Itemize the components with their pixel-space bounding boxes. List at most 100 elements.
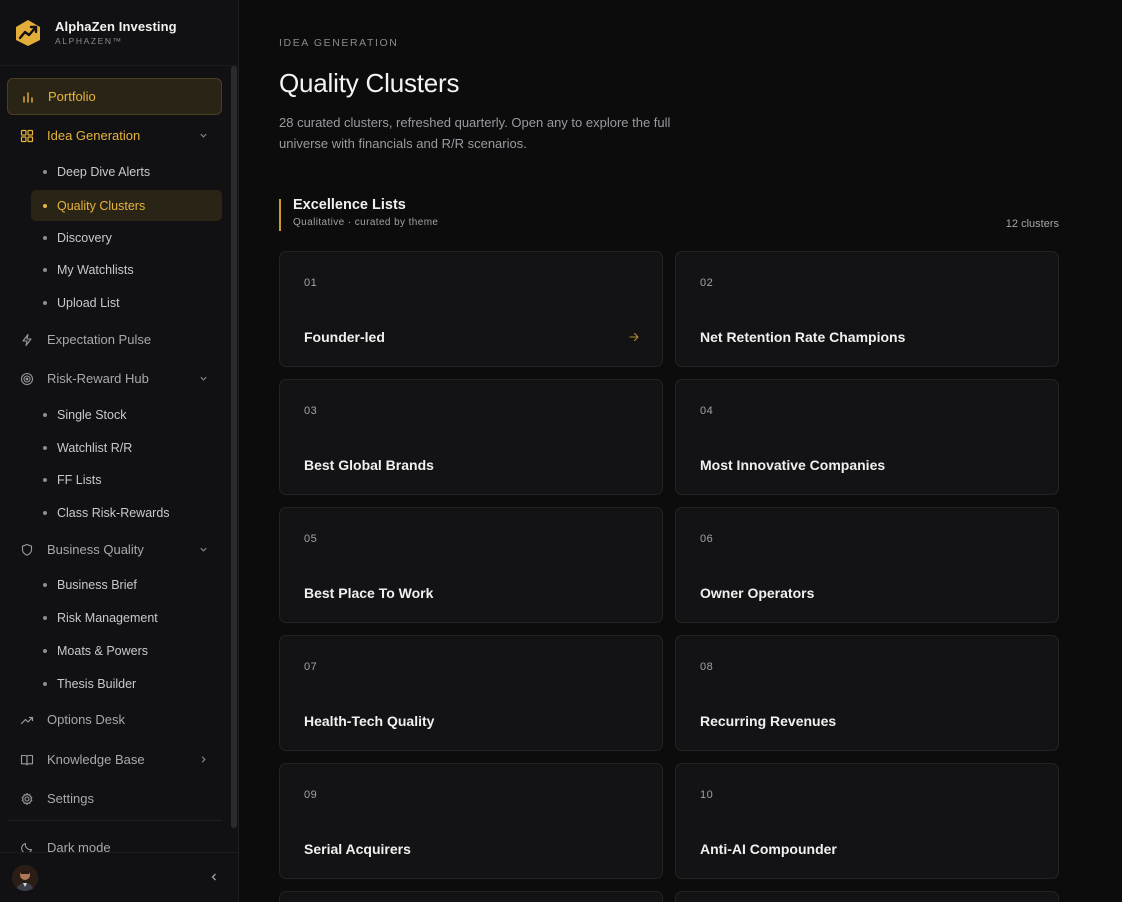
sidebar-item-class-risk-rewards[interactable]: Class Risk-Rewards — [31, 497, 222, 528]
card-number: 08 — [700, 661, 714, 673]
sidebar-item-options-desk[interactable]: Options Desk — [7, 701, 222, 738]
chevron-down-icon — [198, 374, 208, 384]
sidebar-item-label: Knowledge Base — [47, 752, 145, 767]
chevron-down-icon — [198, 545, 208, 555]
sidebar-item-watchlist-rr[interactable]: Watchlist R/R — [31, 432, 222, 463]
sidebar-item-label: Upload List — [57, 295, 120, 310]
brand-logo-icon — [16, 19, 40, 46]
card-title: Recurring Revenues — [700, 713, 837, 729]
section-header: Excellence Lists Qualitative · curated b… — [279, 197, 1059, 231]
page-eyebrow: IDEA GENERATION — [279, 37, 399, 49]
card-number: 07 — [304, 661, 318, 673]
sidebar-item-quality-clusters[interactable]: Quality Clusters — [31, 190, 222, 221]
bullet-dot — [43, 615, 47, 620]
sidebar-item-label: Idea Generation — [47, 128, 141, 143]
sidebar-item-settings[interactable]: Settings — [7, 780, 222, 817]
brand-title: AlphaZen Investing — [55, 19, 177, 34]
gear-icon — [19, 791, 35, 807]
sidebar-item-label: Options Desk — [47, 712, 126, 727]
sidebar-item-business-quality[interactable]: Business Quality — [7, 531, 222, 568]
card-number: 04 — [700, 405, 714, 417]
cluster-card[interactable]: 03 Best Global Brands — [279, 379, 663, 495]
sidebar-item-moats-powers[interactable]: Moats & Powers — [31, 635, 222, 666]
sidebar-item-portfolio[interactable]: Portfolio — [7, 78, 222, 115]
cluster-card[interactable]: 07 Health-Tech Quality — [279, 635, 663, 751]
card-number: 03 — [304, 405, 318, 417]
bullet-dot — [43, 300, 47, 305]
cluster-card[interactable]: 05 Best Place To Work — [279, 507, 663, 623]
card-title: Serial Acquirers — [304, 841, 411, 857]
sidebar-item-label: Settings — [47, 791, 94, 806]
sidebar-item-label: Portfolio — [48, 89, 96, 104]
sidebar-item-business-brief[interactable]: Business Brief — [31, 569, 222, 600]
cluster-card[interactable] — [675, 891, 1059, 902]
bullet-dot — [43, 169, 47, 174]
cluster-card[interactable]: 08 Recurring Revenues — [675, 635, 1059, 751]
sidebar-item-ff-lists[interactable]: FF Lists — [31, 464, 222, 495]
bullet-dot — [43, 445, 47, 450]
bullet-dot — [43, 582, 47, 587]
bullet-dot — [43, 648, 47, 653]
cluster-card[interactable]: 02 Net Retention Rate Champions — [675, 251, 1059, 367]
card-title: Best Place To Work — [304, 585, 434, 601]
sidebar: AlphaZen Investing ALPHAZEN™ Portfolio I… — [0, 0, 239, 902]
sidebar-item-thesis-builder[interactable]: Thesis Builder — [31, 668, 222, 699]
sidebar-item-risk-management[interactable]: Risk Management — [31, 602, 222, 633]
main-content: IDEA GENERATION Quality Clusters 28 cura… — [239, 0, 1122, 902]
sidebar-footer — [0, 852, 238, 902]
bullet-dot — [43, 412, 47, 417]
brand-header[interactable]: AlphaZen Investing ALPHAZEN™ — [0, 0, 238, 66]
chevron-left-icon — [211, 873, 216, 881]
card-number: 10 — [700, 789, 714, 801]
card-title: Most Innovative Companies — [700, 457, 886, 473]
section-subtitle: Qualitative · curated by theme — [293, 217, 439, 228]
shield-icon — [19, 542, 35, 558]
cluster-card[interactable] — [279, 891, 663, 902]
sidebar-item-discovery[interactable]: Discovery — [31, 222, 222, 253]
bullet-dot — [43, 235, 47, 240]
chevron-right-icon — [198, 755, 208, 765]
section-count: 12 clusters — [1005, 218, 1059, 230]
cluster-card[interactable]: 06 Owner Operators — [675, 507, 1059, 623]
card-title: Owner Operators — [700, 585, 815, 601]
sidebar-item-deep-dive-alerts[interactable]: Deep Dive Alerts — [31, 156, 222, 187]
bullet-dot — [43, 510, 47, 515]
sidebar-item-expectation-pulse[interactable]: Expectation Pulse — [7, 321, 222, 358]
sidebar-item-label: FF Lists — [57, 472, 102, 487]
bullet-dot — [43, 477, 47, 482]
sidebar-item-label: Quality Clusters — [57, 198, 146, 213]
app-window: AlphaZen Investing ALPHAZEN™ Portfolio I… — [0, 0, 1122, 902]
sidebar-item-label: Thesis Builder — [57, 676, 137, 691]
sidebar-item-label: Class Risk-Rewards — [57, 505, 170, 520]
sidebar-item-label: Deep Dive Alerts — [57, 164, 151, 179]
sidebar-item-label: Discovery — [57, 230, 112, 245]
card-number: 02 — [700, 277, 714, 289]
sidebar-item-knowledge-base[interactable]: Knowledge Base — [7, 741, 222, 778]
chevron-down-icon — [198, 131, 208, 141]
sidebar-scrollbar[interactable] — [231, 66, 237, 828]
cluster-card[interactable]: 09 Serial Acquirers — [279, 763, 663, 879]
sidebar-item-idea-generation[interactable]: Idea Generation — [7, 117, 222, 154]
sidebar-item-label: Business Brief — [57, 577, 137, 592]
bullet-dot — [43, 203, 47, 208]
sidebar-item-label: Risk Management — [57, 610, 158, 625]
brand-subtitle: ALPHAZEN™ — [55, 36, 123, 46]
cluster-card[interactable]: 01 Founder-led — [279, 251, 663, 367]
collapse-sidebar-button[interactable] — [208, 871, 220, 883]
avatar[interactable] — [12, 865, 38, 891]
target-icon — [19, 371, 35, 387]
grid-icon — [19, 128, 35, 144]
sidebar-item-my-watchlists[interactable]: My Watchlists — [31, 254, 222, 285]
cluster-card[interactable]: 04 Most Innovative Companies — [675, 379, 1059, 495]
cluster-card[interactable]: 10 Anti-AI Compounder — [675, 763, 1059, 879]
sidebar-item-upload-list[interactable]: Upload List — [31, 287, 222, 318]
section-title: Excellence Lists — [293, 197, 406, 213]
page-title: Quality Clusters — [279, 68, 460, 98]
sidebar-item-risk-reward-hub[interactable]: Risk-Reward Hub — [7, 360, 222, 397]
sidebar-item-label: Business Quality — [47, 542, 144, 557]
sidebar-item-single-stock[interactable]: Single Stock — [31, 399, 222, 430]
card-number: 05 — [304, 533, 318, 545]
trending-up-icon — [19, 712, 35, 728]
sidebar-item-label: Expectation Pulse — [47, 332, 152, 347]
card-title: Founder-led — [304, 329, 385, 345]
